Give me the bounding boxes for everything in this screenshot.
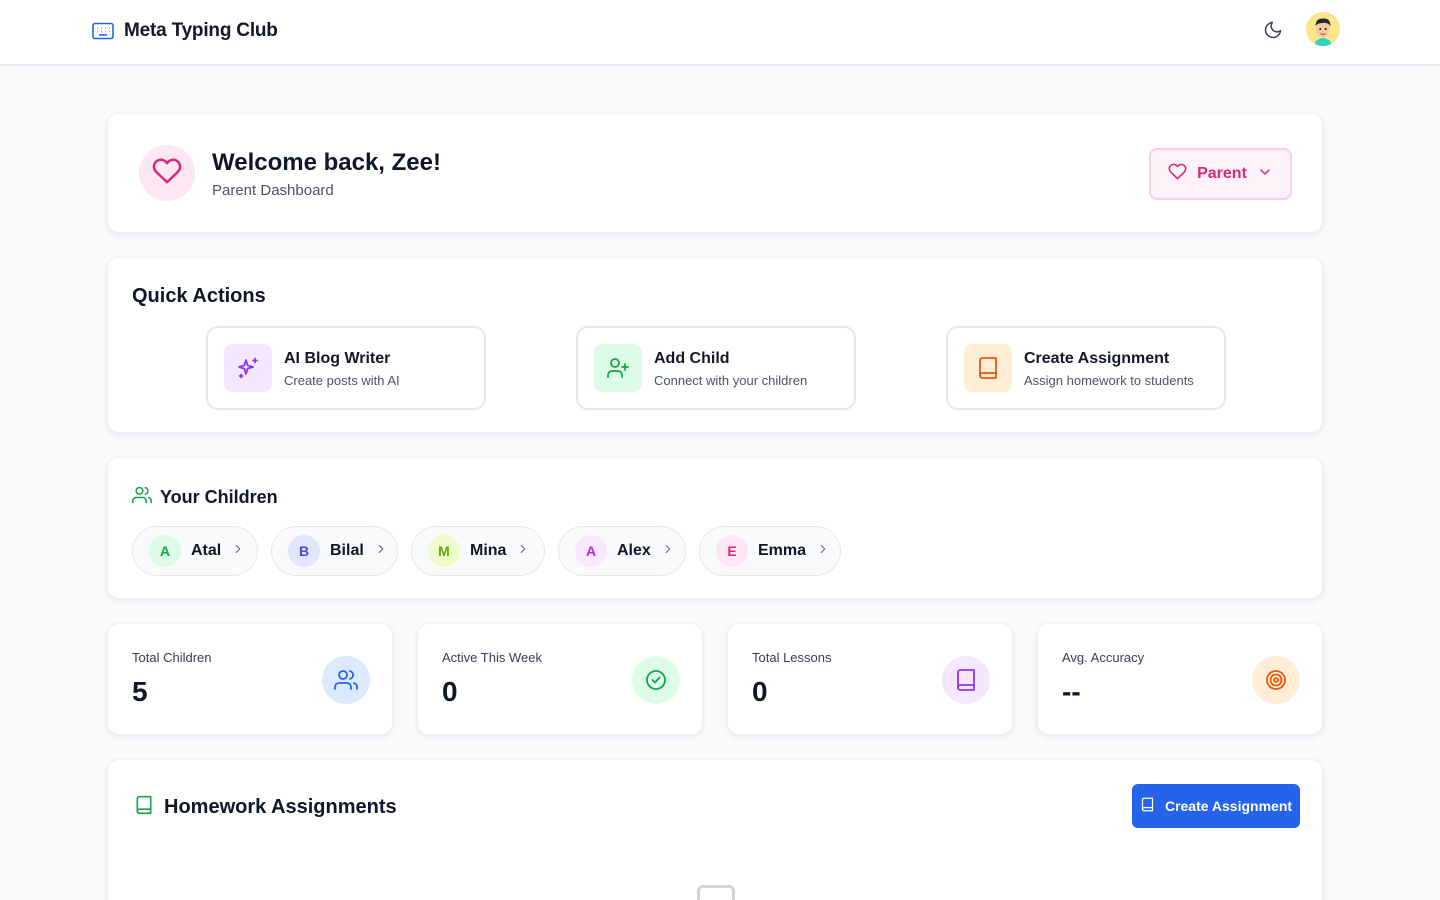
- heart-icon: [1168, 162, 1187, 186]
- stat-card-total-children: Total Children 5: [107, 623, 393, 735]
- stat-card-active-this-week: Active This Week 0: [417, 623, 703, 735]
- book-icon: [134, 793, 154, 822]
- top-navbar: Meta Typing Club: [0, 0, 1440, 65]
- empty-state-book-icon: [697, 885, 735, 900]
- homework-card: Homework Assignments Create Assignment: [107, 759, 1323, 900]
- check-circle-icon: [632, 656, 680, 704]
- theme-toggle-button[interactable]: [1259, 18, 1287, 46]
- brand-name: Meta Typing Club: [124, 20, 278, 41]
- quick-action-ai-blog-writer[interactable]: AI Blog Writer Create posts with AI: [206, 326, 486, 410]
- welcome-subtitle: Parent Dashboard: [212, 182, 334, 199]
- child-chip-atal[interactable]: A Atal: [132, 526, 258, 576]
- child-name: Alex: [617, 542, 651, 559]
- chevron-right-icon: [661, 542, 675, 561]
- role-switcher-button[interactable]: Parent: [1149, 148, 1292, 200]
- homework-header: Homework Assignments: [134, 793, 397, 822]
- quick-actions-card: Quick Actions AI Blog Writer Create post…: [107, 257, 1323, 433]
- stat-value: 0: [442, 676, 458, 707]
- stat-value: --: [1062, 676, 1081, 707]
- welcome-title: Welcome back, Zee!: [212, 149, 441, 176]
- sparkles-icon: [224, 344, 272, 392]
- chevron-right-icon: [231, 542, 245, 561]
- quick-action-add-child[interactable]: Add Child Connect with your children: [576, 326, 856, 410]
- child-initial: M: [428, 535, 460, 567]
- quick-action-title: Add Child: [654, 350, 730, 367]
- children-card: Your Children A Atal B Bilal M Mina A Al…: [107, 457, 1323, 599]
- chevron-down-icon: [1257, 164, 1273, 185]
- child-chip-bilal[interactable]: B Bilal: [271, 526, 398, 576]
- stat-label: Avg. Accuracy: [1062, 650, 1145, 665]
- create-assignment-button[interactable]: Create Assignment: [1132, 784, 1300, 828]
- child-name: Emma: [758, 542, 807, 559]
- stat-card-total-lessons: Total Lessons 0: [727, 623, 1013, 735]
- child-initial: A: [149, 535, 181, 567]
- child-chip-emma[interactable]: E Emma: [699, 526, 841, 576]
- quick-action-title: AI Blog Writer: [284, 350, 391, 367]
- user-plus-icon: [594, 344, 642, 392]
- child-initial: E: [716, 535, 748, 567]
- chevron-right-icon: [374, 542, 388, 561]
- create-assignment-label: Create Assignment: [1164, 798, 1293, 814]
- child-initial: A: [575, 535, 607, 567]
- keyboard-icon: [92, 20, 114, 42]
- stat-label: Total Children: [132, 650, 212, 665]
- brand[interactable]: Meta Typing Club: [92, 20, 278, 42]
- children-title: Your Children: [160, 487, 278, 507]
- child-name: Atal: [191, 542, 222, 559]
- book-icon: [1140, 797, 1155, 815]
- users-icon: [132, 485, 152, 510]
- users-icon: [322, 656, 370, 704]
- child-name: Mina: [470, 542, 507, 559]
- stat-label: Active This Week: [442, 650, 542, 665]
- quick-action-subtitle: Connect with your children: [654, 373, 808, 388]
- chevron-right-icon: [816, 542, 830, 561]
- book-icon: [964, 344, 1012, 392]
- child-initial: B: [288, 535, 320, 567]
- homework-title: Homework Assignments: [164, 796, 397, 818]
- quick-action-subtitle: Assign homework to students: [1024, 373, 1194, 388]
- quick-action-subtitle: Create posts with AI: [284, 373, 400, 388]
- child-chip-alex[interactable]: A Alex: [558, 526, 686, 576]
- quick-actions-title: Quick Actions: [132, 285, 266, 307]
- welcome-card: Welcome back, Zee! Parent Dashboard Pare…: [107, 113, 1323, 233]
- child-chip-mina[interactable]: M Mina: [411, 526, 545, 576]
- target-icon: [1252, 656, 1300, 704]
- quick-action-title: Create Assignment: [1024, 350, 1170, 367]
- stat-value: 0: [752, 676, 768, 707]
- role-label: Parent: [1197, 165, 1247, 182]
- child-name: Bilal: [330, 542, 364, 559]
- chevron-right-icon: [516, 542, 530, 561]
- book-icon: [942, 656, 990, 704]
- children-header: Your Children: [132, 485, 278, 510]
- stat-card-avg-accuracy: Avg. Accuracy --: [1037, 623, 1323, 735]
- stat-label: Total Lessons: [752, 650, 832, 665]
- quick-action-create-assignment[interactable]: Create Assignment Assign homework to stu…: [946, 326, 1226, 410]
- heart-icon: [152, 156, 182, 191]
- stat-value: 5: [132, 676, 148, 707]
- moon-icon: [1263, 20, 1283, 45]
- user-avatar[interactable]: [1306, 12, 1340, 46]
- heart-badge: [139, 145, 195, 201]
